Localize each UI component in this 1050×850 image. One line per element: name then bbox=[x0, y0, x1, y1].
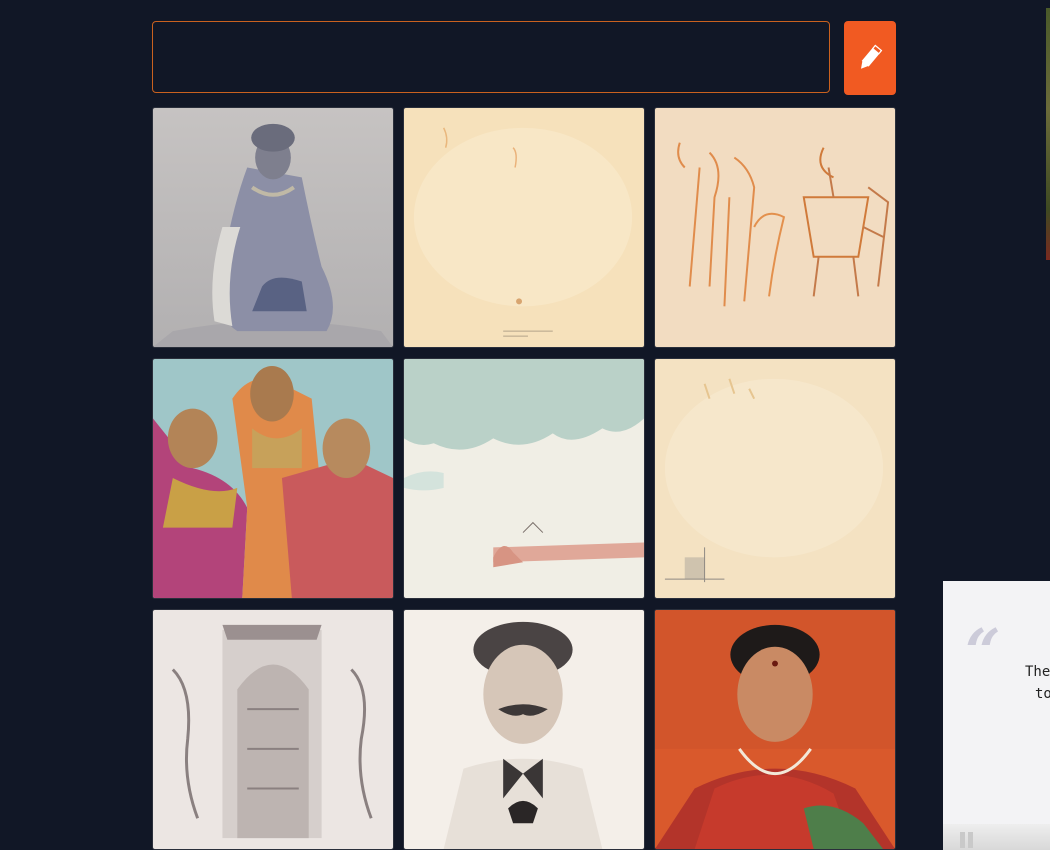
quote-mark-icon: “ bbox=[965, 615, 1001, 688]
quote-line: The bbox=[1025, 664, 1050, 680]
pencil-icon bbox=[861, 44, 883, 69]
artwork-image bbox=[404, 108, 644, 347]
side-image-strip bbox=[1046, 8, 1050, 260]
artwork-image bbox=[404, 359, 644, 598]
quote-text: The to bbox=[1025, 661, 1050, 705]
artwork-image bbox=[153, 359, 393, 598]
gallery-tile[interactable] bbox=[403, 358, 645, 599]
artwork-image bbox=[404, 610, 644, 849]
artwork-image bbox=[153, 108, 393, 347]
quote-panel: “ The to bbox=[943, 581, 1050, 850]
artwork-image bbox=[655, 610, 895, 849]
artwork-image bbox=[153, 610, 393, 849]
quote-line: to bbox=[1035, 686, 1050, 702]
gallery-tile[interactable] bbox=[654, 107, 896, 348]
gallery-tile[interactable] bbox=[654, 358, 896, 599]
edit-button[interactable] bbox=[844, 21, 896, 95]
gallery-tile[interactable] bbox=[152, 358, 394, 599]
page: “ The to bbox=[0, 0, 1050, 850]
gallery-tile[interactable] bbox=[152, 107, 394, 348]
artwork-image bbox=[655, 359, 895, 598]
quote-controls bbox=[943, 824, 1050, 850]
gallery-tile[interactable] bbox=[152, 609, 394, 850]
search-input[interactable] bbox=[152, 21, 830, 93]
gallery-tile[interactable] bbox=[654, 609, 896, 850]
artwork-image bbox=[655, 108, 895, 347]
gallery-tile[interactable] bbox=[403, 107, 645, 348]
pause-icon[interactable] bbox=[960, 832, 976, 848]
gallery-tile[interactable] bbox=[403, 609, 645, 850]
